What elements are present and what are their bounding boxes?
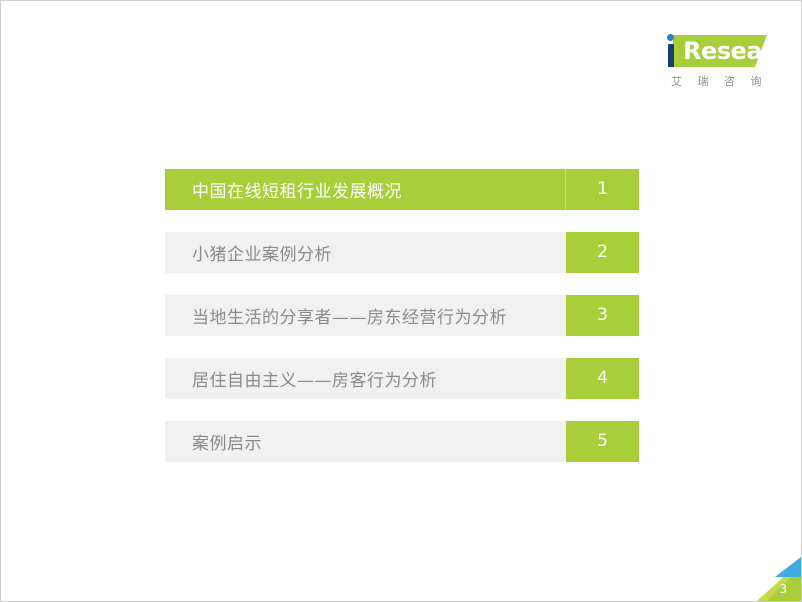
page-corner-decoration: 3 [755,557,801,601]
corner-triangles-icon [757,557,801,601]
logo-i-stem-icon [668,44,674,67]
agenda-item-number: 5 [566,421,639,462]
agenda-item-label: 案例启示 [192,434,262,454]
agenda-item-1[interactable]: 中国在线短租行业发展概况 1 [165,169,639,210]
agenda-item-number: 3 [566,295,639,336]
logo-wordmark: Research [683,37,802,65]
agenda-item-number: 1 [565,169,639,210]
agenda-item-number: 4 [566,358,639,399]
logo-i-dot-icon [667,34,674,41]
logo-mark: Research [661,31,801,73]
agenda-list: 中国在线短租行业发展概况 1 小猪企业案例分析 2 当地生活的分享者——房东经营… [165,169,639,462]
slide-canvas: Research 艾 瑞 咨 询 中国在线短租行业发展概况 1 小猪企业案例分析… [0,0,802,602]
agenda-item-4[interactable]: 居住自由主义——房客行为分析 4 [165,358,639,399]
agenda-item-number: 2 [566,232,639,273]
logo-subtitle: 艾 瑞 咨 询 [671,75,768,88]
agenda-item-label: 中国在线短租行业发展概况 [192,182,402,202]
agenda-item-label: 居住自由主义——房客行为分析 [192,371,437,391]
agenda-item-5[interactable]: 案例启示 5 [165,421,639,462]
agenda-item-label: 小猪企业案例分析 [192,245,332,265]
agenda-item-label: 当地生活的分享者——房东经营行为分析 [192,308,507,328]
iresearch-logo: Research 艾 瑞 咨 询 [661,31,801,97]
page-number: 3 [779,582,787,596]
agenda-item-3[interactable]: 当地生活的分享者——房东经营行为分析 3 [165,295,639,336]
agenda-item-2[interactable]: 小猪企业案例分析 2 [165,232,639,273]
